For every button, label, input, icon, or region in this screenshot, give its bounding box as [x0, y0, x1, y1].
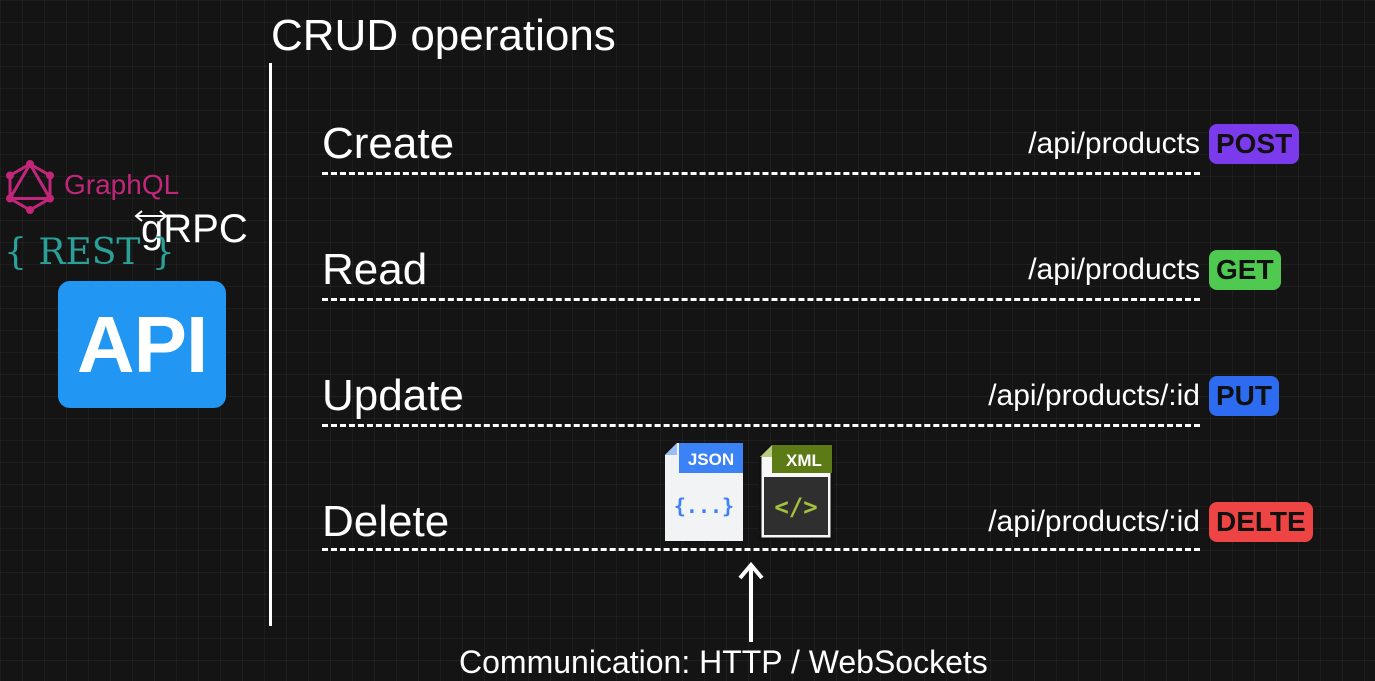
graphql-icon — [6, 160, 54, 214]
operation-delete-line — [322, 548, 1200, 551]
graphql-label: GraphQL — [64, 169, 180, 200]
operation-create-line — [322, 172, 1200, 175]
method-badge-delete: DELTE — [1209, 502, 1313, 542]
operation-delete-endpoint: /api/products/:id — [988, 505, 1200, 538]
method-badge-put: PUT — [1209, 376, 1279, 416]
operation-update-endpoint: /api/products/:id — [988, 379, 1200, 412]
api-logo: API — [58, 281, 226, 408]
method-badge-get: GET — [1209, 250, 1281, 290]
xml-file-body: </> — [774, 493, 817, 521]
xml-file-label: XML — [786, 451, 822, 470]
operation-read-label: Read — [322, 245, 428, 294]
operation-read-line — [322, 298, 1200, 301]
operation-create-label: Create — [322, 119, 455, 168]
method-badge-post: POST — [1209, 124, 1300, 164]
api-logo-text: API — [76, 299, 208, 389]
operation-delete-label: Delete — [322, 497, 450, 546]
divider-line — [269, 63, 272, 626]
rest-label: { REST } — [4, 232, 175, 273]
xml-file-icon: XML </> — [758, 443, 834, 541]
operation-read-endpoint: /api/products — [1028, 253, 1200, 286]
operation-update-label: Update — [322, 371, 464, 420]
up-arrow-icon — [738, 561, 764, 642]
json-file-icon: JSON {...} — [665, 443, 743, 541]
operation-update-line — [322, 424, 1200, 427]
communication-caption: Communication: HTTP / WebSockets — [459, 644, 988, 680]
operation-create-endpoint: /api/products — [1028, 127, 1200, 160]
json-file-label: JSON — [688, 450, 734, 469]
json-file-body: {...} — [674, 494, 734, 518]
diagram-title: CRUD operations — [271, 11, 616, 60]
